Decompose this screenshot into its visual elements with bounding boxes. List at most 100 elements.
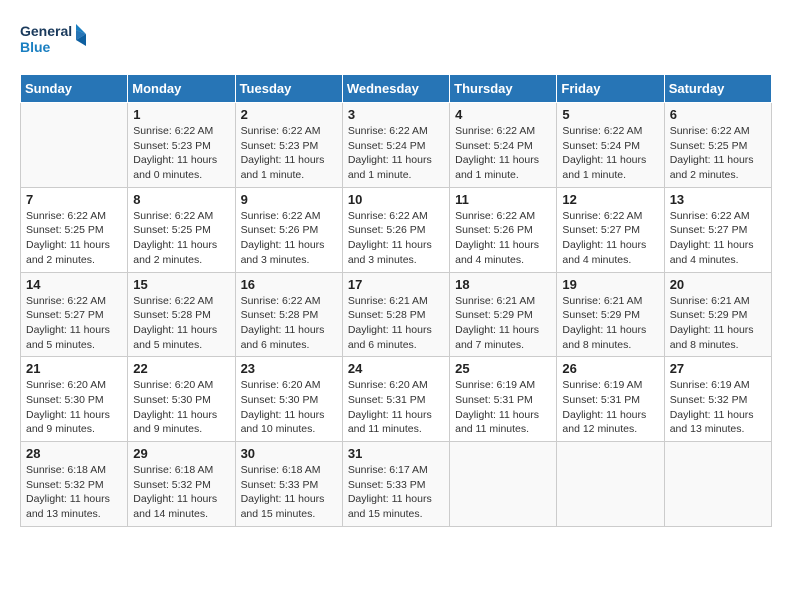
day-number: 30 bbox=[241, 446, 337, 461]
calendar-table: SundayMondayTuesdayWednesdayThursdayFrid… bbox=[20, 74, 772, 527]
calendar-cell: 20 Sunrise: 6:21 AM Sunset: 5:29 PM Dayli… bbox=[664, 272, 771, 357]
calendar-cell: 9Sunrise: 6:22 AM Sunset: 5:26 PM Daylig… bbox=[235, 187, 342, 272]
svg-text:General: General bbox=[20, 23, 72, 39]
weekday-header-tuesday: Tuesday bbox=[235, 75, 342, 103]
day-number: 26 bbox=[562, 361, 658, 376]
cell-info: Sunrise: 6:22 AM Sunset: 5:27 PM Dayligh… bbox=[562, 209, 658, 268]
weekday-header-monday: Monday bbox=[128, 75, 235, 103]
logo: General Blue bbox=[20, 20, 90, 64]
day-number: 17 bbox=[348, 277, 444, 292]
day-number: 13 bbox=[670, 192, 766, 207]
week-row-1: 1 Sunrise: 6:22 AM Sunset: 5:23 PM Daylig… bbox=[21, 103, 772, 188]
cell-info: Sunrise: 6:19 AM Sunset: 5:32 PM Dayligh… bbox=[670, 378, 766, 437]
day-number: 3 bbox=[348, 107, 444, 122]
calendar-cell: 27 Sunrise: 6:19 AM Sunset: 5:32 PM Dayli… bbox=[664, 357, 771, 442]
calendar-cell: 25Sunrise: 6:19 AM Sunset: 5:31 PM Dayli… bbox=[450, 357, 557, 442]
calendar-cell: 5 Sunrise: 6:22 AM Sunset: 5:24 PM Daylig… bbox=[557, 103, 664, 188]
calendar-cell: 23 Sunrise: 6:20 AM Sunset: 5:30 PM Dayli… bbox=[235, 357, 342, 442]
cell-info: Sunrise: 6:19 AM Sunset: 5:31 PM Dayligh… bbox=[455, 378, 551, 437]
day-number: 27 bbox=[670, 361, 766, 376]
calendar-cell: 11 Sunrise: 6:22 AM Sunset: 5:26 PM Dayli… bbox=[450, 187, 557, 272]
day-number: 6 bbox=[670, 107, 766, 122]
day-number: 21 bbox=[26, 361, 122, 376]
calendar-cell bbox=[450, 442, 557, 527]
cell-info: Sunrise: 6:18 AM Sunset: 5:32 PM Dayligh… bbox=[26, 463, 122, 522]
day-number: 5 bbox=[562, 107, 658, 122]
cell-info: Sunrise: 6:20 AM Sunset: 5:30 PM Dayligh… bbox=[26, 378, 122, 437]
day-number: 15 bbox=[133, 277, 229, 292]
cell-info: Sunrise: 6:22 AM Sunset: 5:23 PM Dayligh… bbox=[241, 124, 337, 183]
weekday-header-sunday: Sunday bbox=[21, 75, 128, 103]
calendar-cell bbox=[557, 442, 664, 527]
cell-info: Sunrise: 6:17 AM Sunset: 5:33 PM Dayligh… bbox=[348, 463, 444, 522]
calendar-cell: 22 Sunrise: 6:20 AM Sunset: 5:30 PM Dayli… bbox=[128, 357, 235, 442]
cell-info: Sunrise: 6:22 AM Sunset: 5:25 PM Dayligh… bbox=[670, 124, 766, 183]
calendar-cell: 30 Sunrise: 6:18 AM Sunset: 5:33 PM Dayli… bbox=[235, 442, 342, 527]
calendar-cell: 18Sunrise: 6:21 AM Sunset: 5:29 PM Dayli… bbox=[450, 272, 557, 357]
cell-info: Sunrise: 6:22 AM Sunset: 5:24 PM Dayligh… bbox=[455, 124, 551, 183]
calendar-cell: 10Sunrise: 6:22 AM Sunset: 5:26 PM Dayli… bbox=[342, 187, 449, 272]
calendar-cell: 31 Sunrise: 6:17 AM Sunset: 5:33 PM Dayli… bbox=[342, 442, 449, 527]
weekday-header-saturday: Saturday bbox=[664, 75, 771, 103]
logo-svg: General Blue bbox=[20, 20, 90, 64]
day-number: 24 bbox=[348, 361, 444, 376]
day-number: 20 bbox=[670, 277, 766, 292]
day-number: 18 bbox=[455, 277, 551, 292]
day-number: 23 bbox=[241, 361, 337, 376]
day-number: 29 bbox=[133, 446, 229, 461]
cell-info: Sunrise: 6:22 AM Sunset: 5:24 PM Dayligh… bbox=[348, 124, 444, 183]
calendar-cell: 21 Sunrise: 6:20 AM Sunset: 5:30 PM Dayli… bbox=[21, 357, 128, 442]
calendar-cell: 1 Sunrise: 6:22 AM Sunset: 5:23 PM Daylig… bbox=[128, 103, 235, 188]
cell-info: Sunrise: 6:20 AM Sunset: 5:31 PM Dayligh… bbox=[348, 378, 444, 437]
day-number: 7 bbox=[26, 192, 122, 207]
cell-info: Sunrise: 6:22 AM Sunset: 5:25 PM Dayligh… bbox=[133, 209, 229, 268]
cell-info: Sunrise: 6:21 AM Sunset: 5:28 PM Dayligh… bbox=[348, 294, 444, 353]
calendar-cell: 28 Sunrise: 6:18 AM Sunset: 5:32 PM Dayli… bbox=[21, 442, 128, 527]
day-number: 4 bbox=[455, 107, 551, 122]
cell-info: Sunrise: 6:22 AM Sunset: 5:28 PM Dayligh… bbox=[241, 294, 337, 353]
cell-info: Sunrise: 6:22 AM Sunset: 5:23 PM Dayligh… bbox=[133, 124, 229, 183]
weekday-header-wednesday: Wednesday bbox=[342, 75, 449, 103]
calendar-cell: 7 Sunrise: 6:22 AM Sunset: 5:25 PM Daylig… bbox=[21, 187, 128, 272]
calendar-cell: 19Sunrise: 6:21 AM Sunset: 5:29 PM Dayli… bbox=[557, 272, 664, 357]
calendar-cell: 29Sunrise: 6:18 AM Sunset: 5:32 PM Dayli… bbox=[128, 442, 235, 527]
day-number: 19 bbox=[562, 277, 658, 292]
cell-info: Sunrise: 6:22 AM Sunset: 5:26 PM Dayligh… bbox=[241, 209, 337, 268]
week-row-2: 7 Sunrise: 6:22 AM Sunset: 5:25 PM Daylig… bbox=[21, 187, 772, 272]
day-number: 12 bbox=[562, 192, 658, 207]
calendar-cell: 17 Sunrise: 6:21 AM Sunset: 5:28 PM Dayli… bbox=[342, 272, 449, 357]
cell-info: Sunrise: 6:22 AM Sunset: 5:28 PM Dayligh… bbox=[133, 294, 229, 353]
cell-info: Sunrise: 6:18 AM Sunset: 5:33 PM Dayligh… bbox=[241, 463, 337, 522]
day-number: 28 bbox=[26, 446, 122, 461]
calendar-cell: 14Sunrise: 6:22 AM Sunset: 5:27 PM Dayli… bbox=[21, 272, 128, 357]
day-number: 16 bbox=[241, 277, 337, 292]
cell-info: Sunrise: 6:22 AM Sunset: 5:24 PM Dayligh… bbox=[562, 124, 658, 183]
page-header: General Blue bbox=[20, 20, 772, 64]
calendar-cell: 15 Sunrise: 6:22 AM Sunset: 5:28 PM Dayli… bbox=[128, 272, 235, 357]
cell-info: Sunrise: 6:21 AM Sunset: 5:29 PM Dayligh… bbox=[670, 294, 766, 353]
day-number: 2 bbox=[241, 107, 337, 122]
calendar-cell: 24 Sunrise: 6:20 AM Sunset: 5:31 PM Dayli… bbox=[342, 357, 449, 442]
cell-info: Sunrise: 6:20 AM Sunset: 5:30 PM Dayligh… bbox=[133, 378, 229, 437]
calendar-cell: 6 Sunrise: 6:22 AM Sunset: 5:25 PM Daylig… bbox=[664, 103, 771, 188]
cell-info: Sunrise: 6:22 AM Sunset: 5:26 PM Dayligh… bbox=[455, 209, 551, 268]
cell-info: Sunrise: 6:22 AM Sunset: 5:27 PM Dayligh… bbox=[670, 209, 766, 268]
weekday-header-thursday: Thursday bbox=[450, 75, 557, 103]
cell-info: Sunrise: 6:20 AM Sunset: 5:30 PM Dayligh… bbox=[241, 378, 337, 437]
day-number: 22 bbox=[133, 361, 229, 376]
weekday-header-friday: Friday bbox=[557, 75, 664, 103]
cell-info: Sunrise: 6:22 AM Sunset: 5:25 PM Dayligh… bbox=[26, 209, 122, 268]
calendar-cell: 2 Sunrise: 6:22 AM Sunset: 5:23 PM Daylig… bbox=[235, 103, 342, 188]
day-number: 1 bbox=[133, 107, 229, 122]
day-number: 11 bbox=[455, 192, 551, 207]
week-row-4: 21 Sunrise: 6:20 AM Sunset: 5:30 PM Dayli… bbox=[21, 357, 772, 442]
day-number: 8 bbox=[133, 192, 229, 207]
week-row-3: 14Sunrise: 6:22 AM Sunset: 5:27 PM Dayli… bbox=[21, 272, 772, 357]
calendar-cell bbox=[664, 442, 771, 527]
cell-info: Sunrise: 6:22 AM Sunset: 5:27 PM Dayligh… bbox=[26, 294, 122, 353]
calendar-cell: 16 Sunrise: 6:22 AM Sunset: 5:28 PM Dayli… bbox=[235, 272, 342, 357]
week-row-5: 28 Sunrise: 6:18 AM Sunset: 5:32 PM Dayli… bbox=[21, 442, 772, 527]
cell-info: Sunrise: 6:19 AM Sunset: 5:31 PM Dayligh… bbox=[562, 378, 658, 437]
calendar-cell bbox=[21, 103, 128, 188]
day-number: 31 bbox=[348, 446, 444, 461]
